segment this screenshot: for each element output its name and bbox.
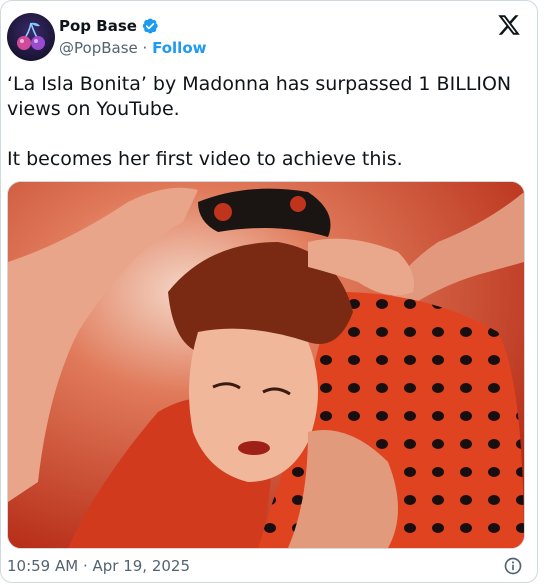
follow-button[interactable]: Follow: [152, 39, 206, 57]
tweet-header: Pop Base @PopBase · Follow: [7, 13, 525, 63]
tweet-text: ‘La Isla Bonita’ by Madonna has surpasse…: [7, 73, 512, 170]
avatar[interactable]: [7, 13, 55, 61]
tweet-card: Pop Base @PopBase · Follow ‘La Isla Boni…: [0, 0, 538, 583]
account-info: Pop Base @PopBase · Follow: [59, 15, 206, 59]
handle[interactable]: @PopBase: [59, 39, 138, 57]
timestamp[interactable]: 10:59 AM · Apr 19, 2025: [7, 557, 190, 575]
separator: ·: [142, 39, 148, 57]
verified-badge-icon: [142, 18, 158, 34]
info-icon[interactable]: [503, 556, 523, 576]
tweet-media-photo[interactable]: [7, 181, 525, 549]
display-name[interactable]: Pop Base: [59, 17, 137, 35]
photo-madonna: [8, 182, 524, 548]
cherries-icon: [17, 22, 45, 50]
x-logo-icon[interactable]: [497, 13, 521, 37]
tweet-footer: 10:59 AM · Apr 19, 2025: [7, 554, 523, 578]
